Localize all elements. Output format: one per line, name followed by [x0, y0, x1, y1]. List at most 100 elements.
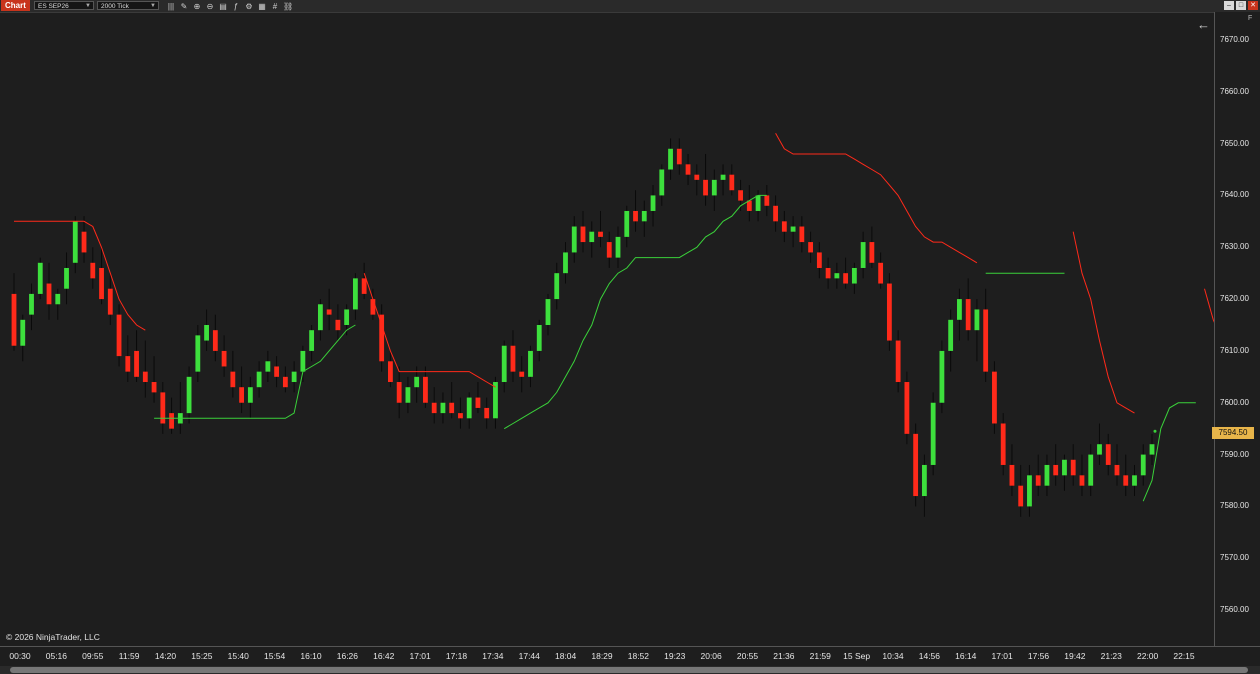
- candle-down: [423, 376, 428, 403]
- candle-down: [965, 299, 971, 331]
- candle-down: [1035, 475, 1041, 486]
- candle-down: [335, 319, 341, 331]
- candle-up: [256, 371, 262, 388]
- time-axis-label: 16:14: [955, 651, 977, 661]
- candle-down: [1079, 475, 1085, 486]
- price-axis-label: 7640.00: [1220, 190, 1249, 200]
- candle-down: [107, 288, 113, 315]
- candle-up: [921, 464, 927, 497]
- candle-down: [11, 293, 17, 346]
- candle-down: [1000, 423, 1006, 465]
- candle-up: [589, 231, 595, 243]
- chart-tab[interactable]: Chart: [1, 0, 30, 11]
- candle-down: [160, 392, 166, 424]
- candle-down: [1018, 485, 1024, 507]
- templates-icon[interactable]: ▦: [257, 1, 267, 12]
- chart-plot-area[interactable]: [4, 14, 1260, 646]
- candle-down: [239, 387, 245, 403]
- candle-up: [668, 148, 673, 170]
- price-axis-label: 7610.00: [1220, 345, 1249, 355]
- minimize-icon[interactable]: –: [1224, 1, 1234, 10]
- instrument-selector[interactable]: ES SEP26 ▼: [34, 1, 94, 10]
- zoom-in-icon[interactable]: ⊕: [192, 1, 202, 12]
- candle-up: [1088, 454, 1094, 486]
- trailing-stop-down-line: [363, 273, 496, 388]
- candle-down: [1114, 464, 1120, 476]
- candle-up: [624, 210, 630, 237]
- time-axis-label: 05:16: [45, 651, 68, 661]
- window-buttons: – □ ✕: [1224, 1, 1258, 10]
- candle-up: [790, 226, 796, 232]
- candle-up: [352, 278, 358, 310]
- time-axis-label: 18:29: [591, 651, 613, 661]
- properties-icon[interactable]: ▤: [218, 1, 228, 12]
- candle-up: [405, 387, 411, 403]
- strategies-icon[interactable]: ⚙: [244, 1, 254, 12]
- candle-down: [458, 413, 463, 419]
- candle-down: [484, 407, 490, 419]
- time-axis-label: 21:36: [773, 651, 795, 661]
- candle-up: [72, 221, 78, 263]
- candle-up: [501, 345, 507, 383]
- time-axis-label: 17:01: [991, 651, 1013, 661]
- time-axis-label: 17:44: [518, 651, 540, 661]
- horizontal-scrollbar[interactable]: [0, 666, 1260, 674]
- interval-selector[interactable]: 2000 Tick ▼: [97, 1, 159, 10]
- pane-label: F: [1248, 15, 1253, 22]
- candle-down: [904, 382, 910, 434]
- window-linking-icon[interactable]: ⛓: [283, 1, 293, 12]
- candle-down: [431, 402, 437, 414]
- candle-up: [957, 299, 962, 320]
- candle-down: [983, 309, 989, 372]
- candle-up: [554, 273, 560, 300]
- candle-up: [20, 319, 26, 346]
- candle-down: [913, 433, 919, 497]
- candle-down: [370, 299, 376, 315]
- candle-up: [64, 267, 69, 289]
- candle-up: [1132, 475, 1137, 486]
- price-chart: [11, 132, 1260, 517]
- candle-up: [440, 402, 446, 414]
- candle-up: [291, 371, 297, 383]
- candle-down: [825, 267, 831, 279]
- candle-down: [388, 361, 393, 383]
- time-axis-label: 14:56: [918, 651, 941, 661]
- candle-down: [764, 195, 770, 206]
- candle-up: [1149, 444, 1155, 455]
- candle-down: [738, 190, 743, 201]
- candle-up: [650, 195, 656, 211]
- candle-down: [781, 221, 787, 232]
- candle-down: [633, 210, 638, 222]
- trailing-stop-down-line: [775, 132, 978, 264]
- time-axis-label: 17:01: [409, 651, 431, 661]
- scrollbar-thumb[interactable]: [10, 667, 1248, 673]
- price-axis-label: 7600.00: [1220, 397, 1249, 407]
- candle-down: [1053, 464, 1059, 476]
- time-axis-label: 18:52: [627, 651, 650, 661]
- candle-down: [151, 382, 157, 393]
- candle-up: [659, 169, 665, 196]
- candle-up: [563, 252, 568, 274]
- close-icon[interactable]: ✕: [1248, 1, 1258, 10]
- time-axis-label: 17:56: [1027, 651, 1050, 661]
- bar-type-icon[interactable]: |||: [166, 1, 176, 12]
- time-axis-label: 20:06: [700, 651, 722, 661]
- indicators-icon[interactable]: ƒ: [231, 1, 241, 12]
- zoom-out-icon[interactable]: ⊖: [205, 1, 215, 12]
- maximize-icon[interactable]: □: [1236, 1, 1246, 10]
- arrow-left-icon[interactable]: ←: [1197, 17, 1210, 32]
- candle-up: [711, 179, 717, 196]
- price-axis[interactable]: [1214, 12, 1260, 646]
- time-axis-label: 16:42: [373, 651, 395, 661]
- candle-down: [685, 164, 691, 175]
- candle-down: [1105, 444, 1111, 465]
- time-axis-label: 16:10: [300, 651, 322, 661]
- candle-up: [247, 387, 253, 403]
- candle-down: [676, 148, 682, 165]
- time-axis-label: 09:55: [82, 651, 104, 661]
- draw-tool-icon[interactable]: ✎: [179, 1, 189, 12]
- candle-down: [475, 397, 481, 408]
- hash-icon[interactable]: #: [270, 1, 280, 12]
- candle-down: [729, 174, 735, 191]
- candle-down: [379, 314, 385, 362]
